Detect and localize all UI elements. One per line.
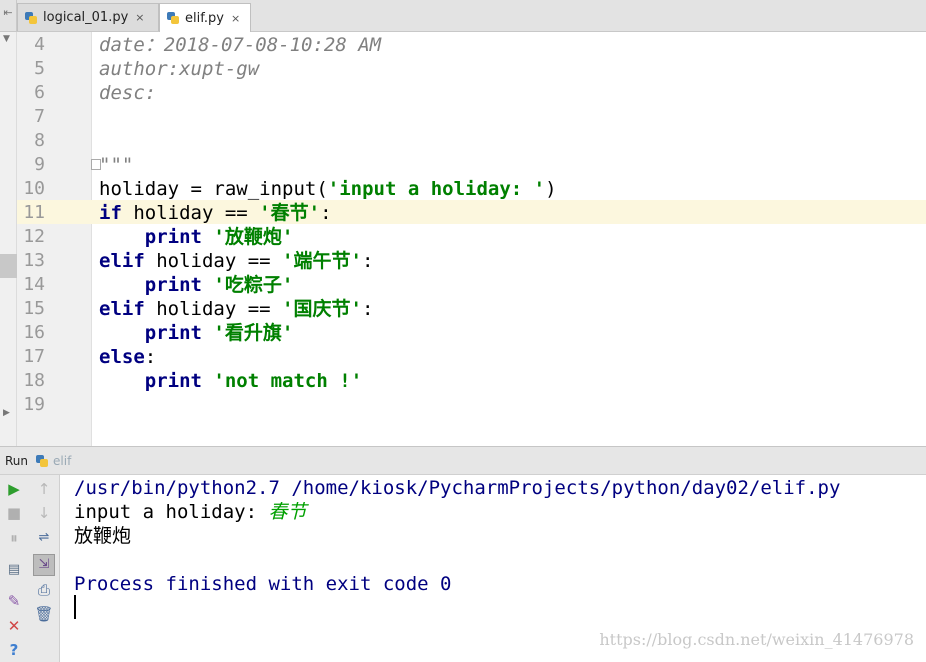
rerun-icon[interactable]: ▤ [4, 560, 24, 580]
code-text: author:xupt-gw [99, 58, 260, 80]
line-number: 16 [23, 322, 45, 343]
tab-label: elif.py [185, 10, 224, 26]
line-number: 4 [34, 34, 45, 55]
code-line[interactable]: 8 [17, 129, 926, 153]
up-arrow-icon[interactable]: ↑ [34, 479, 54, 499]
console-output: 放鞭炮 [74, 525, 132, 547]
help-icon[interactable]: ? [4, 640, 24, 660]
close-icon[interactable]: × [135, 11, 144, 24]
code-lines: 4 date：2018-07-08-10:28 AM 5 author:xupt-gw… [17, 33, 926, 417]
python-file-icon [166, 11, 180, 25]
code-line[interactable]: 7 [17, 105, 926, 129]
pause-icon[interactable]: ⏸ [4, 528, 24, 548]
line-number: 12 [23, 226, 45, 247]
line-number: 5 [34, 58, 45, 79]
code-text: if holiday == '春节': [99, 202, 332, 224]
chevron-right-icon[interactable]: ▶ [3, 408, 10, 418]
line-number: 19 [23, 394, 45, 415]
code-line[interactable]: 14 print '吃粽子' [17, 273, 926, 297]
watermark: https://blog.csdn.net/weixin_41476978 [599, 630, 914, 649]
run-panel-title: Run [5, 453, 29, 468]
structure-strip: ▼ ▶ [0, 32, 17, 446]
code-text: desc: [99, 82, 157, 104]
code-text: print '吃粽子' [144, 274, 294, 296]
code-text: holiday = raw_input('input a holiday: ') [99, 178, 557, 200]
code-text: elif holiday == '端午节': [99, 250, 374, 272]
trash-icon[interactable]: 🗑 [34, 604, 54, 624]
code-line[interactable]: 18 print 'not match !' [17, 369, 926, 393]
line-number: 18 [23, 370, 45, 391]
python-file-icon [35, 454, 49, 468]
code-text: print 'not match !' [144, 370, 363, 392]
editor-tab-bar: ⇤ logical_01.py × elif.py × [0, 0, 926, 32]
run-config[interactable]: elif [31, 454, 71, 468]
line-number: 11 [23, 202, 45, 223]
run-icon[interactable]: ▶ [4, 479, 24, 499]
scroll-to-end-icon[interactable]: ⇲ [33, 554, 55, 576]
tab-elif[interactable]: elif.py × [159, 3, 251, 32]
tab-logical-01[interactable]: logical_01.py × [17, 3, 159, 31]
code-line[interactable]: 19 [17, 393, 926, 417]
code-line[interactable]: 15 elif holiday == '国庆节': [17, 297, 926, 321]
code-line[interactable]: 17 else: [17, 345, 926, 369]
print-icon[interactable]: ⎙ [34, 580, 54, 600]
code-line[interactable]: 16 print '看升旗' [17, 321, 926, 345]
line-number: 7 [34, 106, 45, 127]
run-config-name: elif [53, 453, 72, 468]
code-text: else: [99, 346, 157, 368]
line-number: 13 [23, 250, 45, 271]
down-arrow-icon[interactable]: ↓ [34, 503, 54, 523]
exit-icon[interactable]: ✕ [4, 616, 24, 636]
code-text: print '看升旗' [144, 322, 294, 344]
line-number: 8 [34, 130, 45, 151]
stop-icon[interactable]: ■ [4, 503, 24, 523]
code-text: print '放鞭炮' [144, 226, 294, 248]
chevron-down-icon[interactable]: ▼ [3, 34, 10, 44]
run-panel-header: Run elif [0, 446, 926, 475]
code-text: elif holiday == '国庆节': [99, 298, 374, 320]
console-command: /usr/bin/python2.7 /home/kiosk/PycharmPr… [74, 477, 841, 499]
line-number: 15 [23, 298, 45, 319]
line-number: 6 [34, 82, 45, 103]
code-editor[interactable]: ▼ ▶ 4 date：2018-07-08-10:28 AM 5 author:xup… [0, 32, 926, 446]
console-prompt: input a holiday: [74, 501, 269, 523]
python-file-icon [24, 11, 38, 25]
tab-scroll-left-icon[interactable]: ⇤ [0, 0, 17, 32]
line-number: 9 [34, 154, 45, 175]
code-text: """ [99, 154, 134, 176]
code-line[interactable]: 12 print '放鞭炮' [17, 225, 926, 249]
console-caret [74, 595, 76, 619]
code-line[interactable]: 13 elif holiday == '端午节': [17, 249, 926, 273]
pin-icon[interactable]: ✎ [4, 591, 24, 611]
strip-marker [0, 254, 17, 278]
close-icon[interactable]: × [231, 12, 240, 25]
tab-label: logical_01.py [43, 10, 129, 25]
console-exit-message: Process finished with exit code 0 [74, 573, 452, 595]
console-user-input: 春节 [268, 501, 307, 523]
code-text: date：2018-07-08-10:28 AM [99, 34, 382, 56]
line-number: 14 [23, 274, 45, 295]
line-number: 17 [23, 346, 45, 367]
code-line[interactable]: 10 holiday = raw_input('input a holiday: … [17, 177, 926, 201]
soft-wrap-icon[interactable]: ⇌ [34, 528, 54, 548]
line-number: 10 [23, 178, 45, 199]
code-line[interactable]: 5 author:xupt-gw [17, 57, 926, 81]
code-line[interactable]: 4 date：2018-07-08-10:28 AM [17, 33, 926, 57]
console-input-line: input a holiday: 春节 [74, 500, 306, 524]
run-toolbar: ▶ ■ ⏸ ▤ ✎ ✕ ? ↑ ↓ ⇌ ⇲ ⎙ 🗑 [0, 475, 60, 662]
code-line[interactable]: 9 """ [17, 153, 926, 177]
code-line[interactable]: 6 desc: [17, 81, 926, 105]
code-line[interactable]: 11 if holiday == '春节': [17, 201, 926, 225]
